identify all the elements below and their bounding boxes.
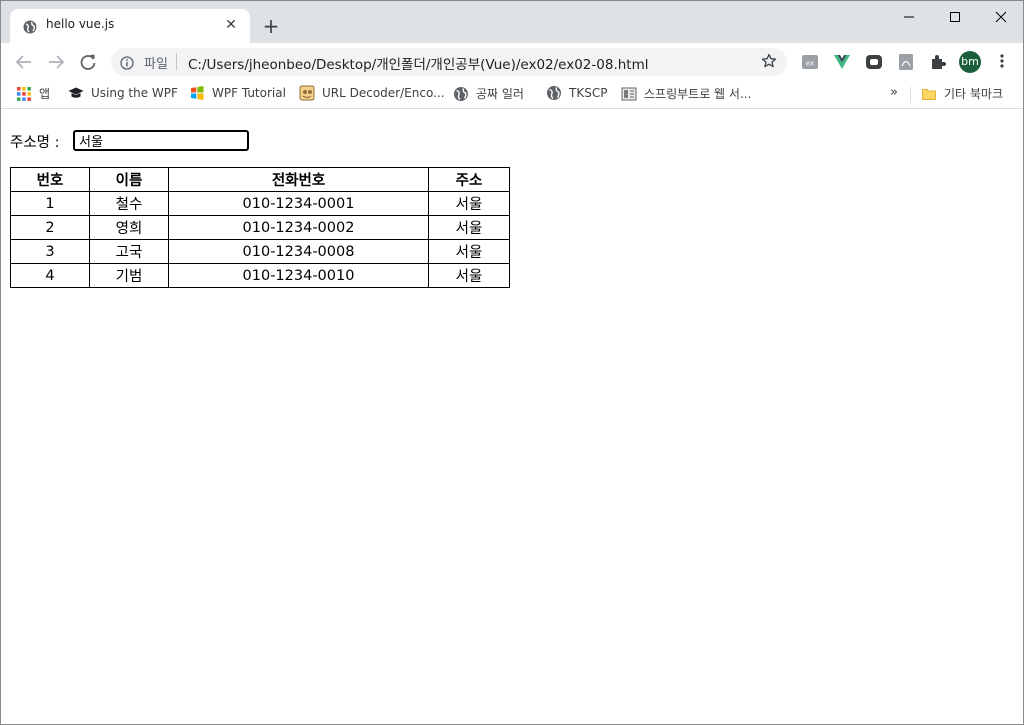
bookmark-label: 앱 <box>39 87 51 101</box>
apps-grid-icon <box>16 86 32 102</box>
cell-name: 기범 <box>89 263 169 288</box>
page-content: 주소명 : 번호 이름 전화번호 주소 1 철수 010-1234-0001 서… <box>1 110 1023 724</box>
url-decoder-icon <box>299 85 315 101</box>
table-row: 4 기범 010-1234-0010 서울 <box>10 263 510 288</box>
browser-toolbar: 파일 C:/Users/jheonbeo/Desktop/개인폴더/개인공부(V… <box>1 43 1023 79</box>
bookmarks-divider <box>910 87 911 103</box>
ext-icon-grey[interactable]: ex <box>801 53 819 71</box>
bookmark-tkscp[interactable]: TKSCP <box>546 85 607 103</box>
cell-number: 3 <box>10 239 90 264</box>
extensions-puzzle-icon[interactable] <box>929 53 947 71</box>
globe-icon <box>23 19 37 34</box>
cell-number: 4 <box>10 263 90 288</box>
maximize-icon <box>950 12 960 22</box>
bookmark-star-icon[interactable] <box>761 53 777 69</box>
bookmark-label: 기타 북마크 <box>944 87 1004 101</box>
book-icon <box>621 86 637 102</box>
title-bar: hello vue.js ✕ + <box>1 1 1023 43</box>
cell-name: 고국 <box>89 239 169 264</box>
browser-tab[interactable]: hello vue.js ✕ <box>10 9 250 43</box>
scheme-label: 파일 <box>144 57 168 72</box>
close-icon <box>995 11 1007 23</box>
minimize-icon <box>904 16 914 18</box>
cell-name: 철수 <box>89 191 169 216</box>
svg-text:ex: ex <box>806 60 814 68</box>
close-window-button[interactable] <box>978 1 1023 33</box>
bookmarks-bar: 앱 Using the WPF WPF Tutorial URL Decoder… <box>1 79 1023 109</box>
bookmark-label: TKSCP <box>569 86 608 100</box>
cell-phone: 010-1234-0008 <box>168 239 429 264</box>
header-address: 주소 <box>428 167 510 192</box>
bookmark-apps[interactable]: 앱 <box>16 85 50 103</box>
back-button[interactable] <box>13 51 35 73</box>
graduation-cap-icon <box>68 85 84 101</box>
url-text[interactable]: C:/Users/jheonbeo/Desktop/개인폴더/개인공부(Vue)… <box>188 53 649 73</box>
maximize-button[interactable] <box>932 1 978 33</box>
info-icon[interactable] <box>120 55 134 70</box>
cell-address: 서울 <box>428 263 510 288</box>
cell-address: 서울 <box>428 239 510 264</box>
bookmark-label: Using the WPF <box>91 86 178 100</box>
table-row: 2 영희 010-1234-0002 서울 <box>10 215 510 240</box>
tab-close-icon[interactable]: ✕ <box>222 16 240 34</box>
ext-icon-dark[interactable] <box>865 53 883 71</box>
bookmark-using-the-wpf[interactable]: Using the WPF <box>68 85 178 103</box>
table-row: 3 고국 010-1234-0008 서울 <box>10 239 510 264</box>
reload-button[interactable] <box>77 51 99 73</box>
bookmark-wpf-tutorial[interactable]: WPF Tutorial <box>189 85 286 103</box>
bookmark-label: URL Decoder/Enco... <box>322 86 445 100</box>
cell-address: 서울 <box>428 191 510 216</box>
tab-title: hello vue.js <box>46 17 115 31</box>
more-menu-icon[interactable] <box>996 52 1008 70</box>
globe-icon <box>546 85 562 101</box>
contacts-table: 번호 이름 전화번호 주소 1 철수 010-1234-0001 서울 2 영희… <box>10 167 510 288</box>
bookmark-label: WPF Tutorial <box>212 86 286 100</box>
address-search-input[interactable] <box>73 130 249 151</box>
bookmark-other-bookmarks[interactable]: 기타 북마크 <box>921 85 1003 103</box>
cell-number: 2 <box>10 215 90 240</box>
pdf-extension-icon[interactable] <box>897 53 915 71</box>
header-name: 이름 <box>89 167 169 192</box>
folder-icon <box>921 86 937 102</box>
address-bar[interactable]: 파일 C:/Users/jheonbeo/Desktop/개인폴더/개인공부(V… <box>111 48 787 76</box>
new-tab-button[interactable]: + <box>260 15 282 37</box>
cell-phone: 010-1234-0001 <box>168 191 429 216</box>
table-header-row: 번호 이름 전화번호 주소 <box>10 167 510 192</box>
bookmark-label: 스프링부트로 웹 서... <box>644 87 752 101</box>
table-row: 1 철수 010-1234-0001 서울 <box>10 191 510 216</box>
forward-arrow-icon <box>49 55 65 69</box>
address-search-label: 주소명 : <box>10 135 60 151</box>
vue-devtools-icon[interactable] <box>833 53 851 71</box>
bookmark-url-decoder[interactable]: URL Decoder/Enco... <box>299 85 445 103</box>
bookmark-label: 공짜 일러 <box>476 87 524 101</box>
forward-button[interactable] <box>45 51 67 73</box>
globe-icon <box>453 86 469 102</box>
profile-avatar[interactable]: bm <box>959 51 981 73</box>
bookmarks-overflow-button[interactable]: » <box>890 85 898 100</box>
omnibox-divider <box>176 53 177 70</box>
cell-phone: 010-1234-0002 <box>168 215 429 240</box>
bookmark-spring-boot[interactable]: 스프링부트로 웹 서... <box>621 85 751 103</box>
cell-address: 서울 <box>428 215 510 240</box>
cell-name: 영희 <box>89 215 169 240</box>
cell-number: 1 <box>10 191 90 216</box>
reload-icon <box>80 54 96 70</box>
header-phone: 전화번호 <box>168 167 429 192</box>
header-number: 번호 <box>10 167 90 192</box>
bookmark-free-illust[interactable]: 공짜 일러 <box>453 85 524 103</box>
minimize-button[interactable] <box>886 1 932 33</box>
browser-window: hello vue.js ✕ + 파일 C:/Users/jheonbeo/De… <box>0 0 1024 725</box>
windows-logo-icon <box>189 85 205 101</box>
cell-phone: 010-1234-0010 <box>168 263 429 288</box>
back-arrow-icon <box>15 55 31 69</box>
